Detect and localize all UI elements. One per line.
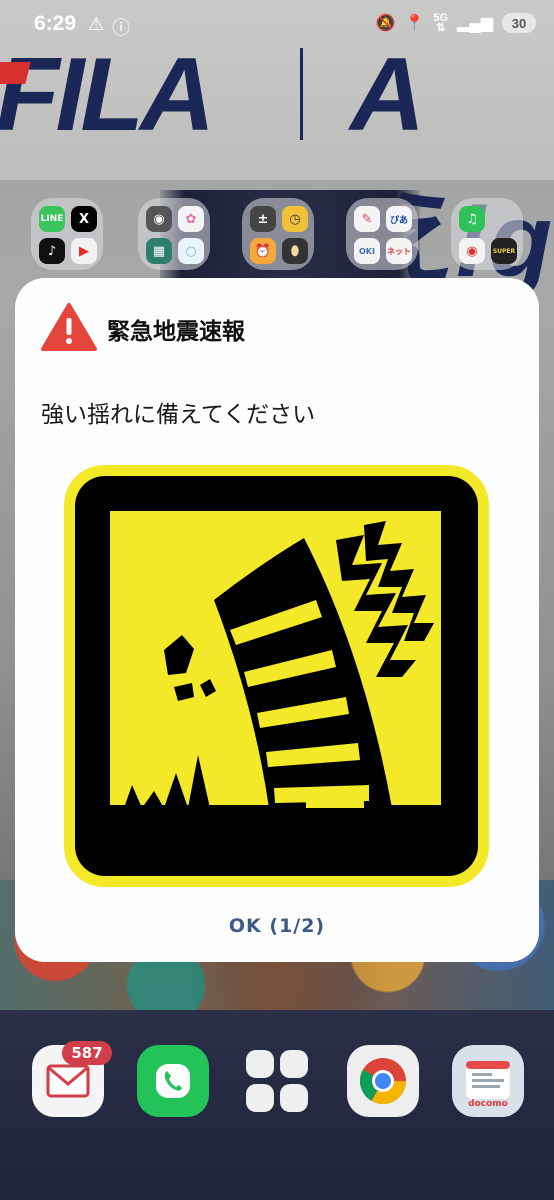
youtube-app-icon: ▶ [71, 238, 97, 264]
line-app-icon: LINE [39, 206, 65, 232]
location-icon: 📍 [404, 15, 425, 32]
qr-icon: ▦ [146, 238, 172, 264]
youtube-music-icon: ◉ [459, 238, 485, 264]
folder-empty-slot [491, 206, 517, 232]
egg-icon: ⬮ [282, 238, 308, 264]
chrome-app[interactable] [347, 1045, 419, 1117]
clock-icon: ◷ [282, 206, 308, 232]
battery-indicator: 30 [502, 13, 536, 33]
ok-button[interactable]: OK (1/2) [195, 910, 359, 942]
pia-app-icon: ぴあ [386, 206, 412, 232]
calculator-icon: ± [250, 206, 276, 232]
info-icon: ⓘ [112, 18, 130, 38]
mail-icon [46, 1064, 90, 1098]
chat-icon: ✎ [354, 206, 380, 232]
network-indicator: 5G ⇅ [433, 12, 449, 34]
warning-icon [41, 303, 97, 351]
mute-icon: 🔕 [375, 15, 396, 32]
circle-icon: ○ [178, 238, 204, 264]
app-folder-3[interactable]: ± ◷ ⏰ ⬮ [242, 198, 314, 270]
x-app-icon: X [71, 206, 97, 232]
alert-message: 強い揺れに備えてください [41, 402, 316, 428]
docomo-app[interactable]: docomo [452, 1045, 524, 1117]
docomo-label: docomo [468, 1099, 508, 1109]
super-app-icon: SUPER [491, 238, 517, 264]
alert-title: 緊急地震速報 [107, 319, 245, 345]
camera-icon: ◉ [146, 206, 172, 232]
app-folder-1[interactable]: LINE X ♪ ▶ [31, 198, 103, 270]
status-bar: 6:29 ⚠ ⓘ 🔕 📍 5G ⇅ ▂▄▆ 30 [0, 0, 554, 48]
wallpaper-fila-logo: FILA [0, 37, 215, 153]
wallpaper-divider [300, 48, 303, 140]
alarm-icon: ⏰ [250, 238, 276, 264]
app-folder-4[interactable]: ✎ ぴあ OKI ネット [346, 198, 418, 270]
emergency-alert-dialog: 緊急地震速報 強い揺れに備えてください OK (1/2) [15, 278, 539, 962]
warning-icon: ⚠ [88, 14, 105, 34]
music-icon: ♫ [459, 206, 485, 232]
mail-unread-badge: 587 [62, 1041, 112, 1065]
phone-app[interactable] [137, 1045, 209, 1117]
earthquake-icon [64, 465, 489, 887]
app-folder-5[interactable]: ♫ ◉ SUPER [451, 198, 523, 270]
signal-icon: ▂▄▆ [457, 15, 493, 32]
apps-grid-icon [246, 1050, 308, 1112]
app-drawer-button[interactable] [241, 1045, 313, 1117]
tiktok-app-icon: ♪ [39, 238, 65, 264]
phone-icon [156, 1064, 190, 1098]
status-time: 6:29 [34, 12, 77, 35]
oki-app-icon: OKI [354, 238, 380, 264]
chrome-icon [359, 1058, 406, 1104]
app-folder-2[interactable]: ◉ ✿ ▦ ○ [138, 198, 210, 270]
photos-icon: ✿ [178, 206, 204, 232]
net-app-icon: ネット [386, 238, 412, 264]
